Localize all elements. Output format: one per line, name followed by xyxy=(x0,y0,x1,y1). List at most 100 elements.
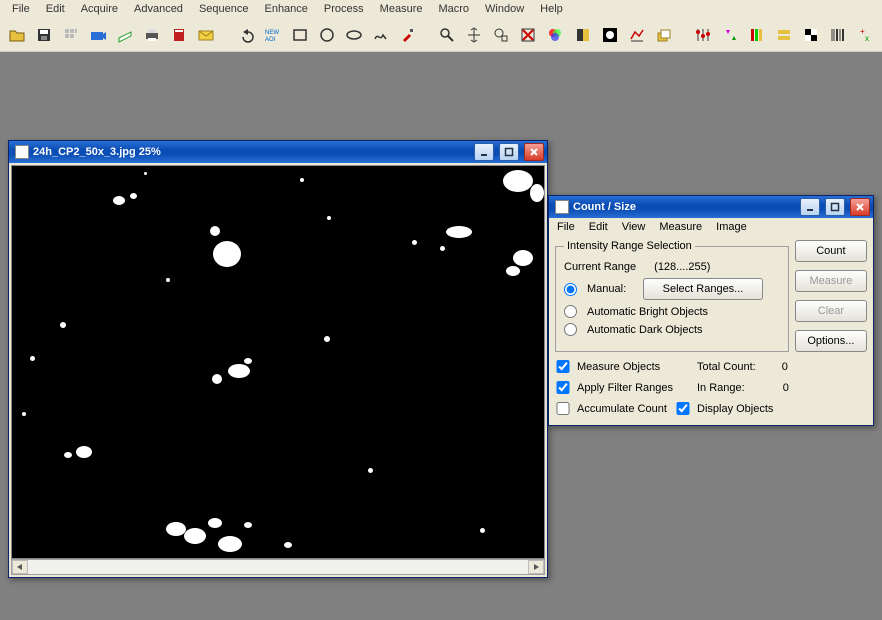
count-menu-edit[interactable]: Edit xyxy=(585,219,618,235)
checkbox-accumulate[interactable] xyxy=(555,402,571,415)
eq-red-icon[interactable] xyxy=(692,24,713,46)
close-button[interactable] xyxy=(524,143,544,161)
checkbox-display-objects[interactable] xyxy=(675,402,691,415)
menu-file[interactable]: File xyxy=(4,1,38,17)
checker-icon[interactable] xyxy=(801,24,822,46)
menu-process[interactable]: Process xyxy=(316,1,372,17)
checkbox-measure-objects[interactable] xyxy=(555,360,571,373)
count-menu-measure[interactable]: Measure xyxy=(655,219,712,235)
clear-button-label: Clear xyxy=(818,305,844,317)
histogram-icon[interactable] xyxy=(599,24,620,46)
barcode-icon[interactable] xyxy=(828,24,849,46)
zoom-fit-icon[interactable] xyxy=(491,24,512,46)
blob xyxy=(213,241,241,267)
main-menubar: FileEditAcquireAdvancedSequenceEnhancePr… xyxy=(0,0,882,18)
stack-icon[interactable] xyxy=(653,24,674,46)
options-button[interactable]: Options... xyxy=(795,330,867,352)
grid-icon[interactable] xyxy=(60,24,81,46)
rect-aoi-icon[interactable] xyxy=(289,24,310,46)
menu-acquire[interactable]: Acquire xyxy=(73,1,126,17)
colorbars-icon[interactable] xyxy=(747,24,768,46)
open-icon[interactable] xyxy=(6,24,27,46)
minimize-button[interactable] xyxy=(800,198,820,216)
count-menu-view[interactable]: View xyxy=(618,219,656,235)
count-dialog-menubar: FileEditViewMeasureImage xyxy=(549,218,873,236)
scroll-left-button[interactable] xyxy=(12,560,28,574)
blob xyxy=(130,193,137,199)
scanner-icon[interactable] xyxy=(115,24,136,46)
select-ranges-button[interactable]: Select Ranges... xyxy=(643,278,763,300)
horizontal-scrollbar[interactable] xyxy=(11,559,545,575)
rgb-icon[interactable] xyxy=(545,24,566,46)
count-button[interactable]: Count xyxy=(795,240,867,262)
count-menu-file[interactable]: File xyxy=(553,219,585,235)
menu-macro[interactable]: Macro xyxy=(430,1,477,17)
in-range-value: 0 xyxy=(777,382,789,394)
mail-icon[interactable] xyxy=(196,24,217,46)
blob xyxy=(503,170,533,192)
count-dialog-title: Count / Size xyxy=(573,201,795,213)
undo-icon[interactable] xyxy=(235,24,256,46)
ellipse-aoi-icon[interactable] xyxy=(343,24,364,46)
menu-help[interactable]: Help xyxy=(532,1,571,17)
blob xyxy=(166,278,170,282)
pan-icon[interactable] xyxy=(464,24,485,46)
radio-auto-dark[interactable] xyxy=(564,323,577,336)
book-icon[interactable] xyxy=(169,24,190,46)
count-menu-image[interactable]: Image xyxy=(712,219,757,235)
count-dialog-titlebar[interactable]: Count / Size xyxy=(549,196,873,218)
circle-aoi-icon[interactable] xyxy=(316,24,337,46)
contrast-icon[interactable] xyxy=(572,24,593,46)
palette-icon[interactable] xyxy=(774,24,795,46)
menu-sequence[interactable]: Sequence xyxy=(191,1,257,17)
minimize-button[interactable] xyxy=(474,143,494,161)
apply-filter-label: Apply Filter Ranges xyxy=(577,382,673,394)
menu-edit[interactable]: Edit xyxy=(38,1,73,17)
svg-text:x: x xyxy=(865,34,869,43)
blob xyxy=(30,356,35,361)
checkbox-apply-filter[interactable] xyxy=(555,381,571,394)
close-button[interactable] xyxy=(850,198,870,216)
save-icon[interactable] xyxy=(33,24,54,46)
freehand-aoi-icon[interactable] xyxy=(370,24,391,46)
printer-icon[interactable] xyxy=(142,24,163,46)
blob xyxy=(184,528,206,544)
current-range-value: (128....255) xyxy=(654,261,710,273)
blob xyxy=(324,336,330,342)
camera-icon[interactable] xyxy=(87,24,108,46)
main-toolbar: NEWAOI +x xyxy=(0,18,882,52)
clear-button[interactable]: Clear xyxy=(795,300,867,322)
blob xyxy=(166,522,186,536)
fx-icon[interactable]: +x xyxy=(855,24,876,46)
menu-measure[interactable]: Measure xyxy=(372,1,431,17)
scroll-right-button[interactable] xyxy=(528,560,544,574)
image-window-titlebar[interactable]: 24h_CP2_50x_3.jpg 25% xyxy=(9,141,547,163)
count-dialog-icon xyxy=(555,200,569,214)
blob xyxy=(144,172,147,175)
accumulate-label: Accumulate Count xyxy=(577,403,673,415)
crop-x-icon[interactable] xyxy=(518,24,539,46)
sort-icon[interactable] xyxy=(719,24,740,46)
count-size-dialog: Count / Size FileEditViewMeasureImage In… xyxy=(548,195,874,426)
menu-advanced[interactable]: Advanced xyxy=(126,1,191,17)
menu-window[interactable]: Window xyxy=(477,1,532,17)
blob xyxy=(327,216,331,220)
radio-auto-bright[interactable] xyxy=(564,305,577,318)
chart-icon[interactable] xyxy=(626,24,647,46)
radio-manual[interactable] xyxy=(564,283,577,296)
scroll-track[interactable] xyxy=(28,560,528,574)
radio-auto-bright-label: Automatic Bright Objects xyxy=(587,306,708,318)
current-range-label: Current Range xyxy=(564,261,636,273)
eyedropper-icon[interactable] xyxy=(398,24,419,46)
maximize-button[interactable] xyxy=(499,143,519,161)
maximize-button[interactable] xyxy=(825,198,845,216)
zoom-icon[interactable] xyxy=(436,24,457,46)
image-viewport[interactable] xyxy=(11,165,545,559)
menu-enhance[interactable]: Enhance xyxy=(256,1,315,17)
svg-text:AOI: AOI xyxy=(265,37,276,43)
blob xyxy=(480,528,485,533)
measure-button[interactable]: Measure xyxy=(795,270,867,292)
total-count-label: Total Count: xyxy=(697,361,756,373)
new-aoi-icon[interactable]: NEWAOI xyxy=(262,24,283,46)
options-button-label: Options... xyxy=(807,335,854,347)
